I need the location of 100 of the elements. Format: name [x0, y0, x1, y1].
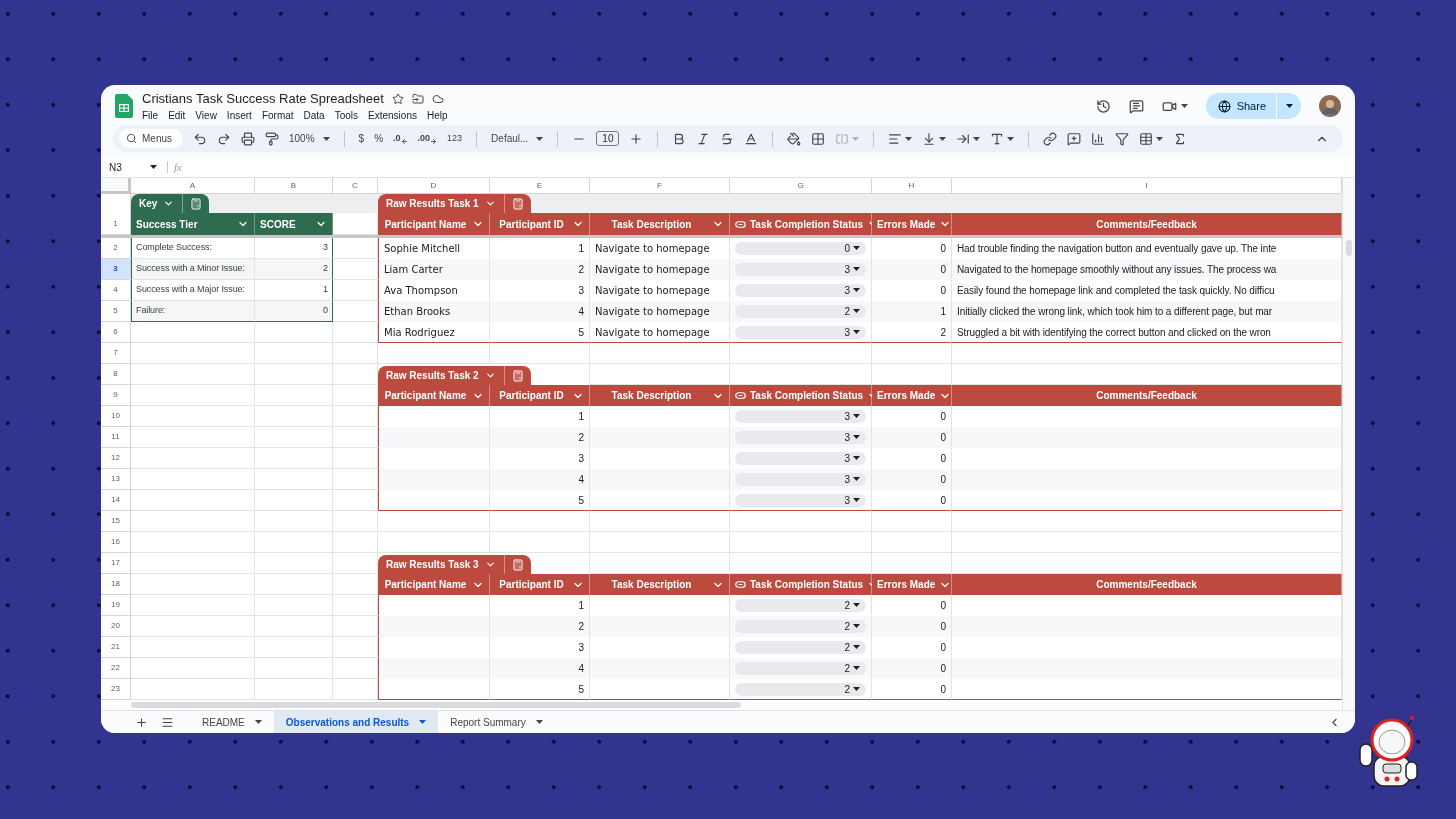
caret-icon[interactable]	[853, 309, 860, 313]
star-icon[interactable]	[391, 93, 404, 105]
empty-cell[interactable]	[333, 511, 378, 532]
empty-cell[interactable]	[255, 679, 333, 700]
row-number[interactable]: 3	[101, 259, 131, 280]
empty-cell[interactable]	[333, 532, 378, 553]
comment-icon[interactable]	[1128, 98, 1144, 114]
caret-icon[interactable]	[853, 267, 860, 271]
font-select[interactable]: Defaul...	[491, 131, 544, 146]
caret-icon[interactable]	[853, 498, 860, 502]
caret-icon[interactable]	[254, 720, 262, 724]
caret-icon[interactable]	[535, 720, 543, 724]
vertical-align-icon[interactable]	[922, 131, 937, 146]
caret-icon[interactable]	[853, 645, 860, 649]
chevron-down-icon[interactable]	[484, 559, 496, 570]
text-wrap-icon[interactable]	[956, 131, 971, 146]
row-number[interactable]: 18	[101, 574, 131, 595]
strikethrough-icon[interactable]	[720, 131, 735, 146]
row-number[interactable]: 7	[101, 343, 131, 364]
chevron-down-icon[interactable]	[484, 370, 496, 381]
empty-cell[interactable]	[255, 343, 333, 364]
caret-icon[interactable]	[853, 414, 860, 418]
chart-icon[interactable]	[1091, 131, 1106, 146]
sheet-tab[interactable]: README	[190, 711, 274, 733]
table-icon[interactable]	[1139, 131, 1154, 146]
status-dropdown[interactable]: 3	[735, 493, 866, 507]
row-number[interactable]: 13	[101, 469, 131, 490]
empty-cell[interactable]	[872, 511, 952, 532]
menu-item[interactable]: Data	[303, 110, 325, 122]
menu-item[interactable]: Edit	[168, 110, 186, 122]
empty-cell[interactable]	[255, 322, 333, 343]
caret-icon[interactable]	[905, 136, 913, 141]
caret-icon[interactable]	[150, 165, 157, 169]
caret-icon[interactable]	[1285, 104, 1293, 108]
caret-icon[interactable]	[853, 435, 860, 439]
filter-icon[interactable]	[1115, 131, 1130, 146]
menu-item[interactable]: File	[142, 110, 159, 122]
calculator-icon[interactable]	[511, 558, 524, 571]
status-dropdown[interactable]: 3	[735, 283, 866, 297]
caret-icon[interactable]	[536, 136, 544, 141]
empty-cell[interactable]	[255, 574, 333, 595]
status-dropdown[interactable]: 2	[735, 682, 866, 696]
print-icon[interactable]	[241, 131, 255, 146]
borders-icon[interactable]	[811, 131, 826, 146]
avatar[interactable]	[1319, 95, 1341, 117]
row-number[interactable]: 5	[101, 301, 131, 322]
cloud-icon[interactable]	[431, 93, 444, 105]
empty-cell[interactable]	[952, 532, 1342, 553]
empty-cell[interactable]	[255, 595, 333, 616]
caret-icon[interactable]	[853, 666, 860, 670]
redo-icon[interactable]	[217, 131, 231, 146]
history-icon[interactable]	[1095, 98, 1111, 114]
row-number[interactable]: 19	[101, 595, 131, 616]
zoom-select[interactable]: 100%	[289, 131, 330, 146]
table-name-button[interactable]: Raw Results Task 1	[378, 194, 504, 213]
align-left-icon[interactable]	[888, 131, 903, 146]
caret-icon[interactable]	[853, 603, 860, 607]
empty-cell[interactable]	[255, 364, 333, 385]
folder-icon[interactable]	[411, 93, 424, 105]
spreadsheet-logo-icon[interactable]	[115, 94, 133, 118]
caret-icon[interactable]	[1156, 136, 1164, 141]
vertical-scrollbar-thumb[interactable]	[1346, 240, 1352, 256]
status-dropdown[interactable]: 2	[735, 304, 866, 318]
empty-cell[interactable]	[255, 616, 333, 637]
empty-cell[interactable]	[590, 343, 730, 364]
italic-icon[interactable]	[696, 131, 711, 146]
table-name-button[interactable]: Key	[131, 194, 183, 213]
merge-cells-icon[interactable]	[835, 131, 850, 146]
empty-cell[interactable]	[952, 343, 1342, 364]
sheet-tab[interactable]: Observations and Results	[273, 711, 439, 733]
empty-cell[interactable]	[490, 532, 590, 553]
chevron-down-icon[interactable]	[484, 198, 496, 209]
empty-cell[interactable]	[872, 532, 952, 553]
sheet-tab[interactable]: Report Summary	[438, 711, 555, 733]
row-number[interactable]: 22	[101, 658, 131, 679]
caret-icon[interactable]	[939, 136, 947, 141]
row-number[interactable]: 8	[101, 364, 131, 385]
status-dropdown[interactable]: 2	[735, 619, 866, 633]
horizontal-scrollbar-thumb[interactable]	[131, 702, 741, 708]
calculator-icon[interactable]	[511, 197, 524, 210]
row-number[interactable]: 4	[101, 280, 131, 301]
empty-cell[interactable]	[490, 511, 590, 532]
select-all-corner[interactable]	[101, 178, 131, 194]
status-dropdown[interactable]: 2	[735, 640, 866, 654]
share-options-button[interactable]	[1277, 93, 1301, 119]
caret-icon[interactable]	[853, 624, 860, 628]
caret-icon[interactable]	[1007, 136, 1015, 141]
percent-button[interactable]: %	[374, 131, 384, 146]
row-number[interactable]: 12	[101, 448, 131, 469]
caret-icon[interactable]	[322, 136, 330, 141]
caret-icon[interactable]	[853, 330, 860, 334]
add-comment-icon[interactable]	[1067, 131, 1082, 146]
grid-cell[interactable]: Raw Results Task 3	[378, 553, 590, 574]
undo-icon[interactable]	[193, 131, 207, 146]
empty-cell[interactable]	[333, 343, 378, 364]
empty-cell[interactable]	[255, 469, 333, 490]
empty-cell[interactable]	[730, 511, 872, 532]
empty-cell[interactable]	[378, 532, 490, 553]
document-title[interactable]: Cristians Task Success Rate Spreadsheet	[142, 91, 384, 107]
bold-icon[interactable]	[672, 131, 687, 146]
